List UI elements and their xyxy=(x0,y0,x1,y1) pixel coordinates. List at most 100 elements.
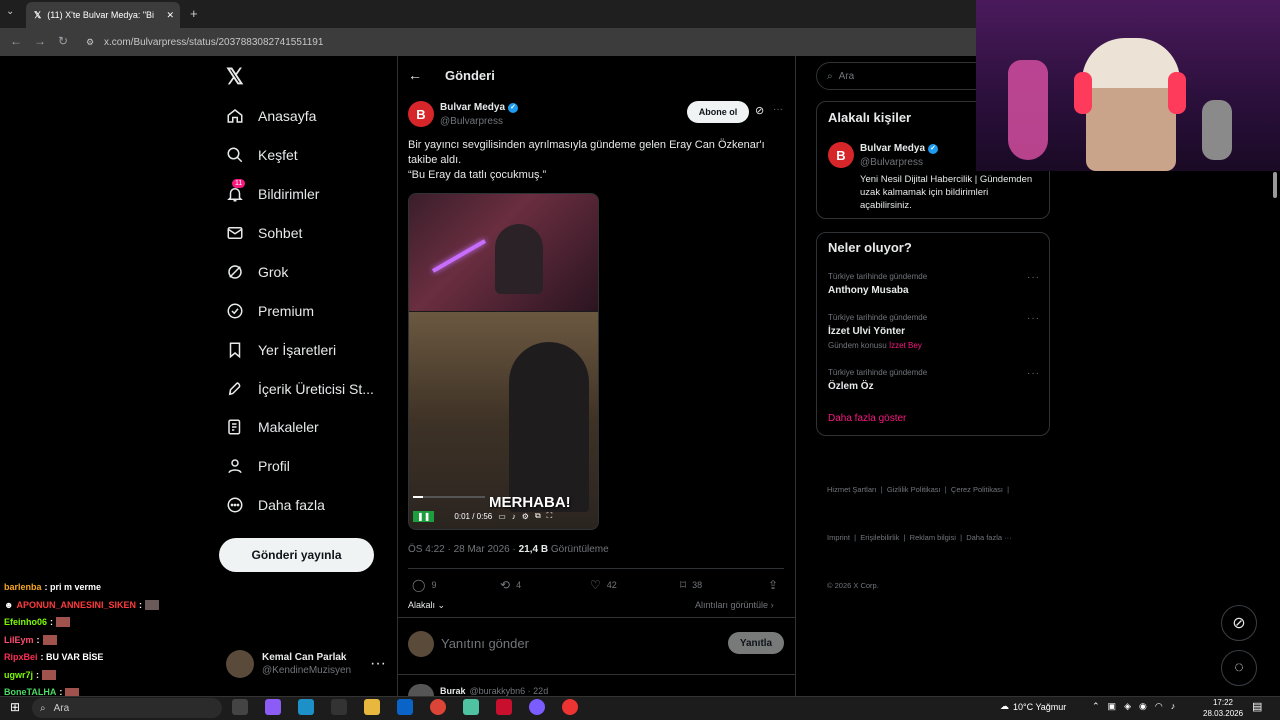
sidebar-item-chat[interactable]: Sohbet xyxy=(226,218,302,248)
close-tab-icon[interactable]: ✕ xyxy=(166,10,174,21)
sidebar-item-articles[interactable]: Makaleler xyxy=(226,412,319,442)
related-avatar[interactable]: B xyxy=(828,142,854,168)
sidebar-item-more[interactable]: Daha fazla xyxy=(226,490,325,520)
view-quotes-link[interactable]: Alıntıları görüntüle › xyxy=(695,600,774,610)
outlook-icon[interactable] xyxy=(397,699,413,715)
sidebar-item-premium[interactable]: Premium xyxy=(226,296,314,326)
copilot-icon[interactable] xyxy=(265,699,281,715)
notification-badge: 11 xyxy=(232,179,246,188)
grok-icon[interactable]: ⊘ xyxy=(755,104,764,117)
captions-icon[interactable]: ▭ xyxy=(498,512,506,521)
search-placeholder: Ara xyxy=(838,70,855,82)
video-time: 0:01 / 0:56 xyxy=(454,511,493,521)
file-explorer-icon[interactable] xyxy=(364,699,380,715)
reply-button-submit[interactable]: Yanıtla xyxy=(728,632,784,654)
fullscreen-icon[interactable]: ⛶ xyxy=(547,511,553,521)
store-icon[interactable] xyxy=(331,699,347,715)
reply-button[interactable]: ◯ 9 xyxy=(412,578,436,592)
trend-extra-link[interactable]: İzzet Bey xyxy=(889,341,922,350)
more-options-icon[interactable]: ··· xyxy=(773,104,783,115)
trend-item[interactable]: Türkiye tarihinde gündemde Özlem Öz ··· xyxy=(828,368,1040,392)
app-icon[interactable] xyxy=(562,699,578,715)
forward-icon[interactable]: → xyxy=(34,34,46,48)
trend-item[interactable]: Türkiye tarihinde gündemde İzzet Ulvi Yö… xyxy=(828,313,1040,350)
heart-icon: ♡ xyxy=(590,578,601,592)
clock[interactable]: 17:22 28.03.2026 xyxy=(1203,697,1243,719)
sidebar-item-bookmarks[interactable]: Yer İşaretleri xyxy=(226,335,336,365)
page-scrollbar[interactable] xyxy=(1272,172,1278,692)
subscribe-button[interactable]: Abone ol xyxy=(687,101,749,123)
divider xyxy=(398,674,795,675)
author-name[interactable]: Bulvar Medya ✓ xyxy=(440,102,519,113)
url-input[interactable]: ⚙ x.com/Bulvarpress/status/2037883082741… xyxy=(80,32,976,52)
back-icon[interactable]: ← xyxy=(10,34,22,48)
notification-center-icon[interactable]: ▤ xyxy=(1252,700,1262,713)
grok-floating-button[interactable]: ⊘ xyxy=(1221,605,1257,641)
app-icon[interactable] xyxy=(496,699,512,715)
scrollbar-thumb[interactable] xyxy=(1273,172,1277,198)
author-avatar[interactable]: B xyxy=(408,101,434,127)
settings-icon[interactable]: ⚙ xyxy=(522,512,529,521)
trend-more-icon[interactable]: ··· xyxy=(1027,313,1040,324)
app-icon[interactable] xyxy=(529,699,545,715)
pause-icon[interactable]: ❚❚ xyxy=(413,510,435,522)
sidebar-item-home[interactable]: Anasayfa xyxy=(226,101,316,131)
site-info-icon[interactable]: ⚙ xyxy=(86,37,94,48)
back-arrow-icon[interactable]: ← xyxy=(408,67,422,83)
trend-more-icon[interactable]: ··· xyxy=(1027,368,1040,379)
sidebar-label: Bildirimler xyxy=(258,186,320,202)
weather-widget[interactable]: ☁ 10°C Yağmur xyxy=(1000,701,1066,712)
account-more-icon[interactable]: ··· xyxy=(370,655,386,673)
microphone-shape xyxy=(1202,100,1232,160)
repost-button[interactable]: ⟲ 4 xyxy=(500,578,521,592)
video-progress-bar[interactable] xyxy=(413,496,485,498)
browser-tab[interactable]: 𝕏 (11) X'te Bulvar Medya: "Bi ✕ xyxy=(26,2,180,28)
task-view-icon[interactable] xyxy=(232,699,248,715)
app-icon[interactable] xyxy=(463,699,479,715)
sidebar-label: Makaleler xyxy=(258,419,319,435)
share-button[interactable]: ⇪ xyxy=(768,578,778,592)
related-name[interactable]: Bulvar Medya ✓ xyxy=(860,143,939,154)
sidebar-item-explore[interactable]: Keşfet xyxy=(226,140,298,170)
trend-more-icon[interactable]: ··· xyxy=(1027,272,1040,283)
author-handle[interactable]: @Bulvarpress xyxy=(440,116,503,127)
pip-icon[interactable]: ⧉ xyxy=(535,511,541,521)
chat-message: ugwr7j: xyxy=(4,670,57,680)
footer-links[interactable]: Hizmet Şartları | Gizlilik Politikası | … xyxy=(827,450,1012,610)
edge-icon[interactable] xyxy=(298,699,314,715)
mail-icon xyxy=(227,227,243,239)
new-tab-button[interactable]: + xyxy=(190,6,198,21)
taskbar-search[interactable]: ⌕ Ara xyxy=(32,698,222,718)
sidebar-item-grok[interactable]: Grok xyxy=(226,257,288,287)
account-switcher[interactable]: Kemal Can Parlak @KendineMuzisyen ··· xyxy=(226,648,386,680)
author-name-text: Bulvar Medya xyxy=(440,102,506,113)
search-input[interactable]: ⌕ Ara xyxy=(816,62,996,90)
sort-dropdown[interactable]: Alakalı ⌄ xyxy=(408,600,445,611)
reply-icon: ◯ xyxy=(412,578,426,592)
chrome-icon[interactable] xyxy=(430,699,446,715)
show-more-link[interactable]: Daha fazla göster xyxy=(828,413,906,424)
messages-floating-button[interactable]: ◌ xyxy=(1221,650,1257,686)
reload-icon[interactable]: ↻ xyxy=(58,34,68,48)
post-button[interactable]: Gönderi yayınla xyxy=(219,538,374,572)
sidebar-item-notifications[interactable]: 11 Bildirimler xyxy=(226,179,319,209)
trend-context: Türkiye tarihinde gündemde xyxy=(828,368,928,377)
trend-context: Türkiye tarihinde gündemde xyxy=(828,272,928,281)
grok-icon: ⊘ xyxy=(1232,615,1246,632)
sidebar-item-profile[interactable]: Profil xyxy=(226,451,290,481)
chat-bubble-icon: ◌ xyxy=(1234,659,1244,676)
system-tray[interactable]: ⌃ ▣ ◈ ◉ ◠ ♪ xyxy=(1092,701,1175,712)
video-player[interactable]: MERHABA! ❚❚ 0:01 / 0:56 ▭ ♪ ⚙ ⧉ ⛶ xyxy=(408,193,599,530)
volume-icon[interactable]: ♪ xyxy=(512,512,516,521)
reply-input[interactable]: Yanıtını gönder xyxy=(441,636,529,651)
tab-list-button[interactable]: ⌄ xyxy=(6,6,14,17)
like-button[interactable]: ♡ 42 xyxy=(590,578,617,592)
start-button[interactable]: ⊞ xyxy=(10,700,20,714)
grok-icon xyxy=(228,265,242,279)
chat-user: barlenba xyxy=(4,582,42,592)
x-home-logo[interactable]: 𝕏 xyxy=(226,64,244,90)
bookmark-button[interactable]: ⌑ 38 xyxy=(680,578,702,592)
chevron-right-icon: › xyxy=(770,600,774,610)
sidebar-item-creator-studio[interactable]: İçerik Üreticisi St... xyxy=(226,374,374,404)
trend-item[interactable]: Türkiye tarihinde gündemde Anthony Musab… xyxy=(828,272,1040,296)
